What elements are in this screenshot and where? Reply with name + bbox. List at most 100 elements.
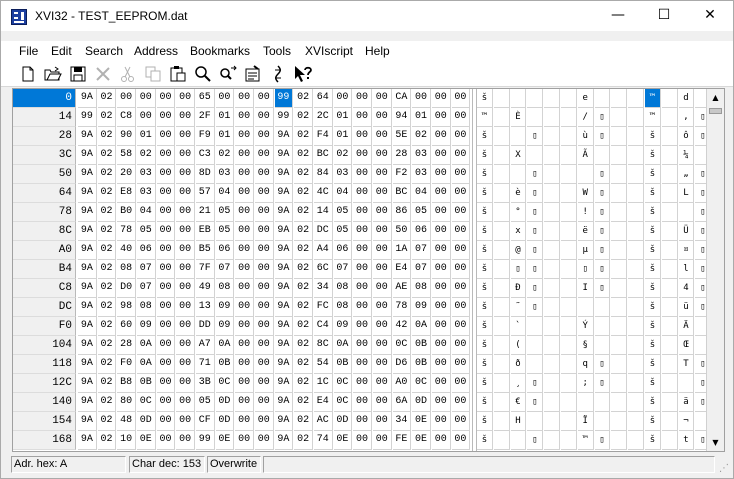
hex-byte-cell[interactable]: 02 [294,279,313,298]
char-cell[interactable] [561,127,577,146]
hex-byte-cell[interactable]: 01 [136,127,156,146]
char-cell[interactable] [628,108,644,127]
char-cell[interactable]: ▯ [527,184,544,203]
hex-byte-cell[interactable]: 0E [136,431,156,450]
hex-byte-cell[interactable]: 0E [333,431,353,450]
hex-byte-cell[interactable]: 03 [215,165,235,184]
hex-byte-cell[interactable]: 20 [117,165,136,184]
replace-icon[interactable] [218,64,238,84]
char-cell[interactable] [628,374,644,393]
hex-byte-cell[interactable]: 00 [431,279,451,298]
hex-byte-cell[interactable]: 00 [451,317,471,336]
hex-byte-cell[interactable]: 08 [117,260,136,279]
char-cell[interactable]: Ý [577,317,594,336]
char-cell[interactable] [661,412,678,431]
hex-byte-cell[interactable]: 00 [176,412,195,431]
hex-byte-cell[interactable]: 00 [372,203,392,222]
hex-byte-cell[interactable]: 00 [372,336,392,355]
hex-byte-cell[interactable]: 00 [235,108,254,127]
hex-byte-cell[interactable]: 0C [412,374,431,393]
hex-byte-cell[interactable]: 21 [195,203,215,222]
hex-byte-cell[interactable]: 9A [274,184,294,203]
hex-byte-cell[interactable]: 00 [372,260,392,279]
hex-byte-cell[interactable]: 00 [372,431,392,450]
hex-byte-cell[interactable]: 00 [254,336,274,355]
hex-byte-cell[interactable]: 00 [176,146,195,165]
char-cell[interactable] [611,412,628,431]
hex-byte-cell[interactable]: 00 [117,89,136,108]
hex-byte-cell[interactable]: 9A [78,165,97,184]
char-cell[interactable] [544,374,560,393]
char-cell[interactable]: ▯ [594,260,611,279]
char-cell[interactable]: š [477,317,493,336]
hex-byte-cell[interactable]: 78 [117,222,136,241]
hex-byte-cell[interactable]: 6C [313,260,333,279]
scroll-down-arrow-icon[interactable]: ▼ [707,434,724,451]
hex-byte-cell[interactable]: 00 [353,127,372,146]
hex-byte-cell[interactable]: 00 [431,355,451,374]
hex-byte-cell[interactable]: 00 [235,298,254,317]
hex-editor[interactable]: 0 9A 02 00 00 00 00 65 00 00 00 99 02 64 00 00 00 CA 00 00 0… [12,88,725,452]
char-cell[interactable] [628,355,644,374]
hex-byte-cell[interactable]: B0 [117,203,136,222]
hex-byte-cell[interactable]: 9A [78,222,97,241]
hex-byte-cell[interactable]: 9A [78,146,97,165]
char-cell[interactable]: ▯ [594,108,611,127]
hex-byte-cell[interactable]: FE [392,431,412,450]
hex-byte-cell[interactable]: 0D [215,393,235,412]
hex-byte-cell[interactable]: 9A [274,336,294,355]
char-cell[interactable]: ▯ [510,260,527,279]
hex-byte-cell[interactable]: 00 [372,108,392,127]
char-cell[interactable] [510,127,527,146]
maximize-button[interactable]: ☐ [641,1,687,31]
char-cell[interactable]: š [477,355,493,374]
char-cell[interactable] [561,108,577,127]
hex-byte-cell[interactable]: D0 [117,279,136,298]
char-cell[interactable] [493,260,510,279]
char-cell[interactable]: š [477,165,493,184]
char-cell[interactable] [628,89,644,108]
char-cell[interactable] [661,336,678,355]
hex-byte-cell[interactable]: 00 [235,241,254,260]
hex-byte-cell[interactable]: 00 [176,336,195,355]
char-cell[interactable]: § [577,336,594,355]
hex-byte-cell[interactable]: 01 [333,127,353,146]
hex-byte-cell[interactable]: 00 [176,89,195,108]
char-cell[interactable]: š [645,203,661,222]
char-cell[interactable]: ; [577,374,594,393]
hex-byte-cell[interactable]: 9A [274,431,294,450]
char-cell[interactable] [661,108,678,127]
char-cell[interactable] [611,89,628,108]
hex-byte-cell[interactable]: 80 [117,393,136,412]
char-cell[interactable]: ▯ [527,127,544,146]
hex-byte-cell[interactable]: 86 [392,203,412,222]
hex-byte-cell[interactable]: 0D [136,412,156,431]
hex-byte-cell[interactable]: 02 [97,298,117,317]
char-cell[interactable]: š [645,431,661,450]
char-cell[interactable]: T [678,355,695,374]
hex-byte-cell[interactable]: 00 [353,222,372,241]
char-cell[interactable] [527,412,544,431]
hex-byte-cell[interactable]: AC [313,412,333,431]
hex-byte-cell[interactable]: 2C [313,108,333,127]
hex-byte-cell[interactable]: 02 [294,146,313,165]
hex-byte-cell[interactable]: 00 [254,165,274,184]
hex-byte-cell[interactable]: 9A [274,222,294,241]
char-cell-selected[interactable]: ™ [645,89,661,108]
char-cell[interactable]: È [510,108,527,127]
hex-byte-cell[interactable]: 00 [176,279,195,298]
char-cell[interactable]: Ä [678,317,695,336]
hex-byte-cell[interactable]: 00 [176,431,195,450]
hex-byte-cell[interactable]: 3B [195,374,215,393]
hex-byte-cell[interactable]: 78 [392,298,412,317]
hex-byte-cell[interactable]: 6A [392,393,412,412]
hex-byte-cell[interactable]: 9A [78,260,97,279]
hex-byte-cell[interactable]: 09 [333,317,353,336]
char-cell[interactable] [577,393,594,412]
char-cell[interactable] [628,412,644,431]
hex-byte-cell[interactable]: 06 [333,241,353,260]
hex-byte-cell[interactable]: 65 [195,89,215,108]
hex-byte-cell[interactable]: 02 [294,222,313,241]
char-cell[interactable]: ü [678,298,695,317]
hex-byte-cell[interactable]: 00 [431,203,451,222]
